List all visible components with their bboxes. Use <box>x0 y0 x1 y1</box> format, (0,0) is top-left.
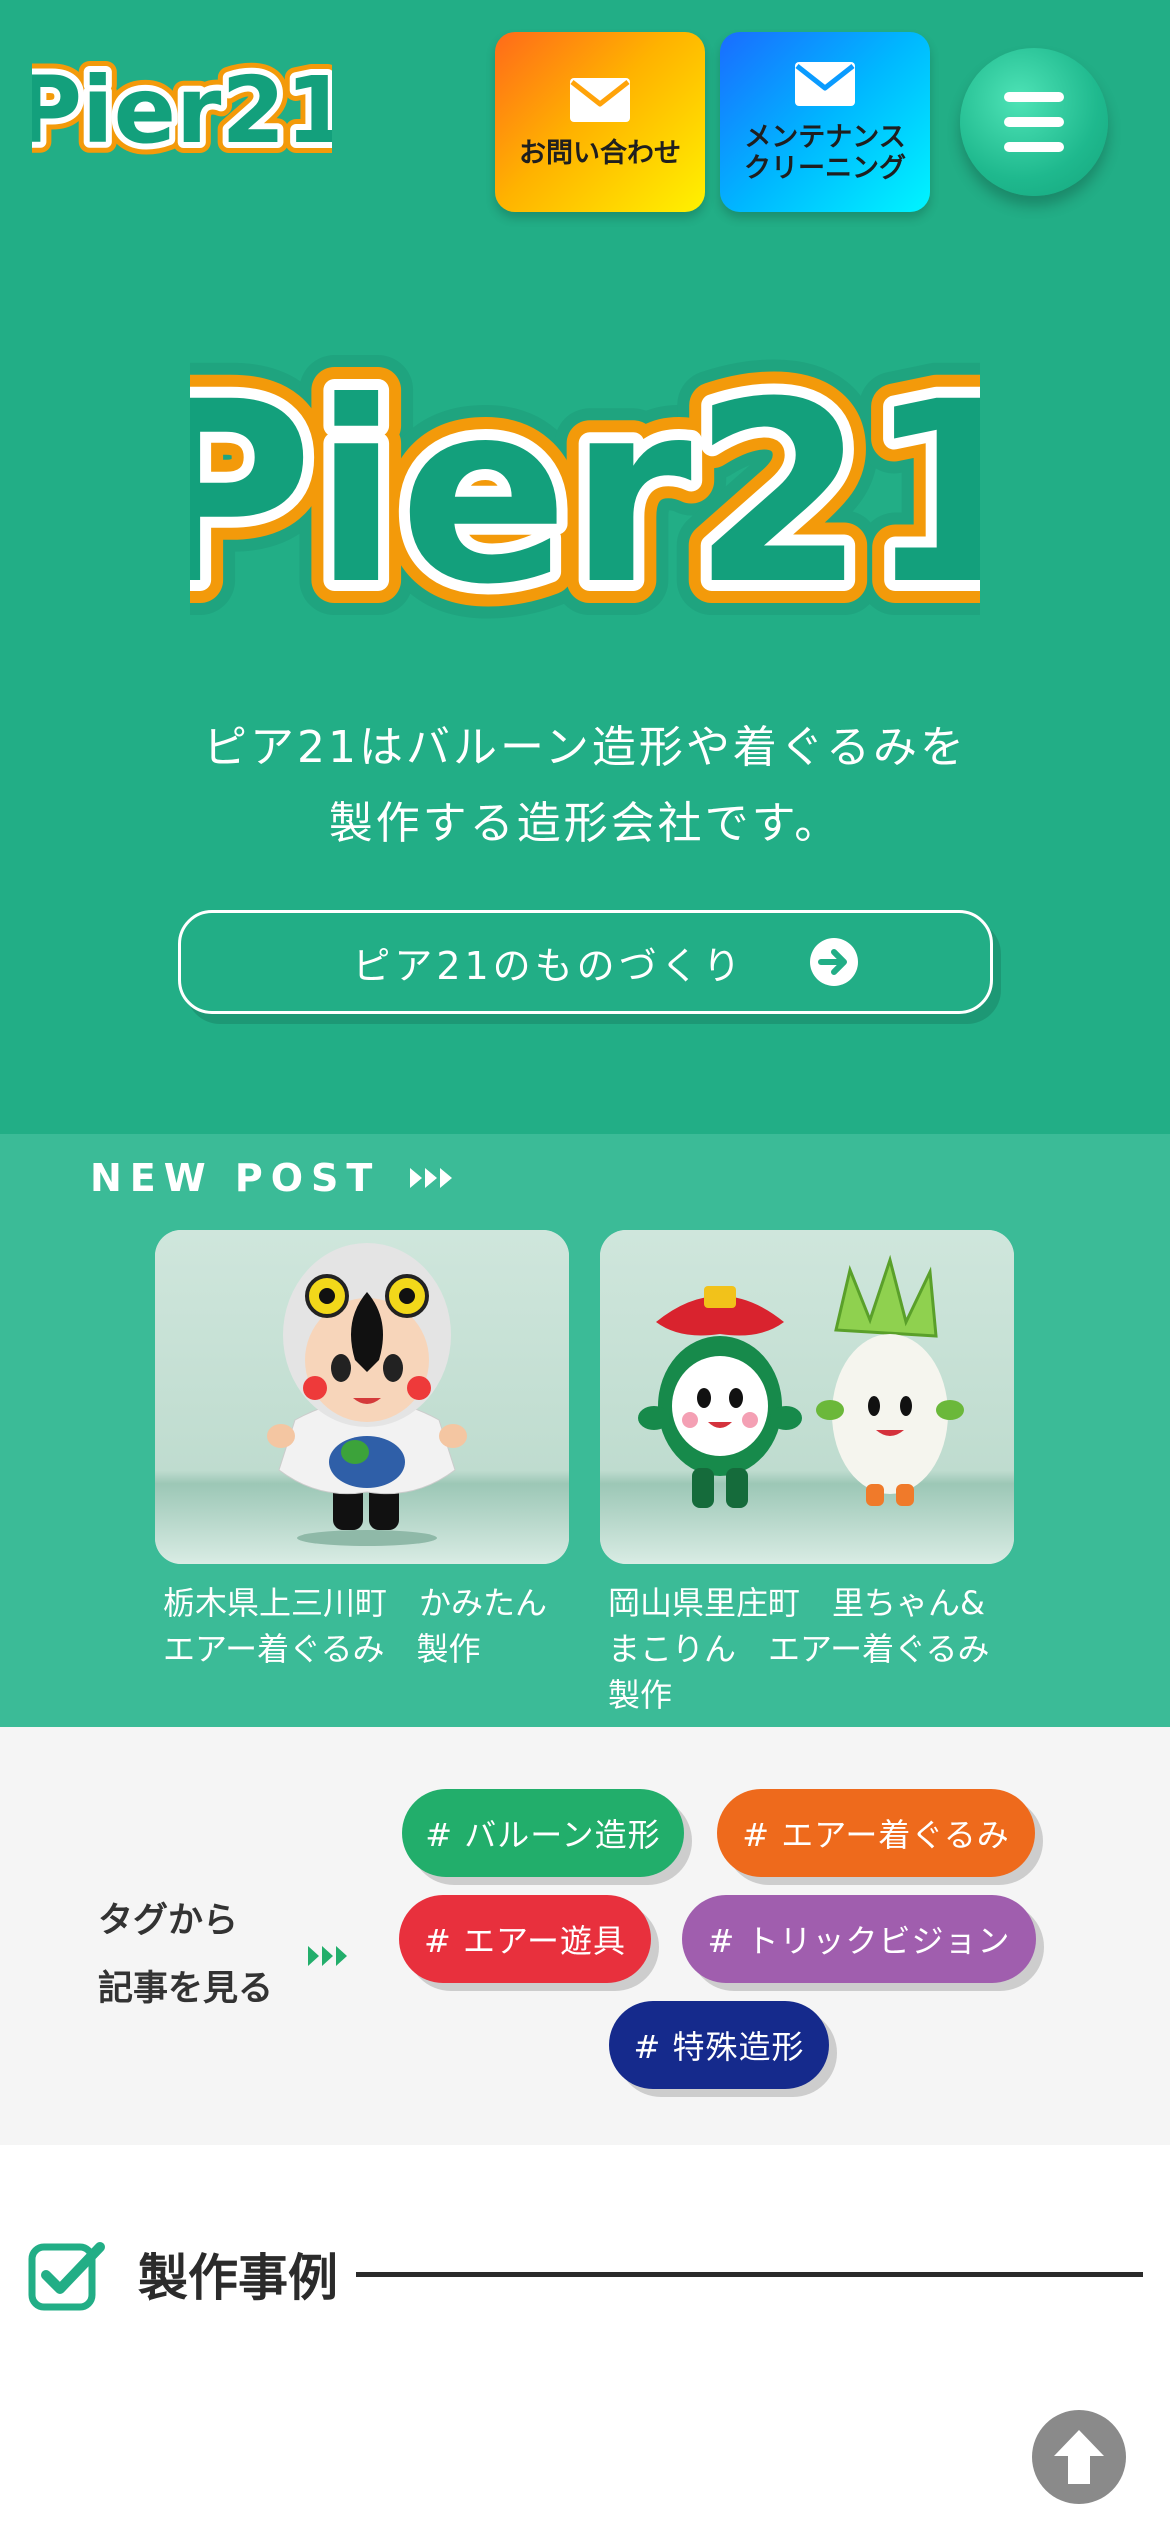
pier21-logo-small: Pier21 Pier21 Pier21 <box>4 46 361 175</box>
kamitan-mascot-image <box>155 1230 569 1564</box>
post-thumbnail <box>155 1230 569 1564</box>
hero-tagline: ピア21はバルーン造形や着ぐるみを 製作する造形会社です。 <box>203 722 967 849</box>
new-post-heading: NEW POST <box>90 1148 456 1208</box>
checkbox-check-icon <box>28 2242 105 2311</box>
tag-air-costume[interactable]: # エアー着ぐるみ <box>717 1789 1035 1877</box>
post-caption: 岡山県里庄町 里ちゃん& まこりん エアー着ぐるみ 製作 <box>608 1584 990 1714</box>
arrow-up-icon <box>1054 2430 1104 2484</box>
tag-balloon[interactable]: # バルーン造形 <box>402 1789 684 1877</box>
tag-label: # トリックビジョン <box>707 1922 1011 1960</box>
triple-arrow-icon <box>410 1168 453 1188</box>
svg-text:Pier21: Pier21 <box>190 348 980 639</box>
new-post-section: NEW POST 栃木県上三川町 かみたん エアー着ぐるみ 製作 岡山県里庄町 … <box>0 1134 1170 1727</box>
post-card[interactable]: 岡山県里庄町 里ちゃん& まこりん エアー着ぐるみ 製作 <box>600 1230 1014 1718</box>
satochan-makorin-mascot-image <box>600 1230 1014 1564</box>
menu-bar <box>1004 142 1064 152</box>
arrow-right-circle-icon <box>809 938 858 986</box>
tag-label: # エアー着ぐるみ <box>742 1816 1010 1854</box>
tag-label: # バルーン造形 <box>425 1816 661 1854</box>
header-logo-link[interactable]: Pier21 Pier21 Pier21 <box>4 46 361 175</box>
mail-icon <box>570 77 630 122</box>
works-title: 製作事例 <box>138 2249 338 2307</box>
maintenance-cleaning-button[interactable]: メンテナンス クリーニング <box>720 32 930 212</box>
post-caption: 栃木県上三川町 かみたん エアー着ぐるみ 製作 <box>163 1584 548 1668</box>
cta-label: ピア21のものづくり <box>352 943 745 988</box>
svg-text:Pier21: Pier21 <box>32 57 332 164</box>
scroll-to-top-button[interactable] <box>1032 2410 1126 2504</box>
tag-special-sculpture[interactable]: # 特殊造形 <box>609 2001 829 2089</box>
menu-bar <box>1004 92 1064 102</box>
hamburger-menu-button[interactable] <box>960 48 1108 196</box>
works-heading: 製作事例 <box>28 2234 1143 2314</box>
triple-arrow-icon <box>308 1946 347 1966</box>
tag-trick-vision[interactable]: # トリックビジョン <box>682 1895 1036 1983</box>
tags-heading: タグから 記事を見る <box>98 1901 274 2009</box>
mail-icon <box>795 62 855 106</box>
hero-section: Pier21 Pier21 Pier21 お問い合わせ メンテナンス クリーニン… <box>0 0 1170 1134</box>
tag-label: # エアー遊具 <box>423 1922 627 1960</box>
monozukuri-cta-button[interactable]: ピア21のものづくり <box>178 910 993 1014</box>
tag-label: # 特殊造形 <box>633 2028 805 2066</box>
maintenance-button-label: メンテナンス クリーニング <box>744 122 906 184</box>
heading-divider <box>356 2271 1143 2277</box>
post-card[interactable]: 栃木県上三川町 かみたん エアー着ぐるみ 製作 <box>155 1230 569 1672</box>
tags-section: タグから 記事を見る # バルーン造形 # エアー着ぐるみ # エアー遊具 # … <box>0 1727 1170 2145</box>
new-post-title: NEW POST <box>90 1156 381 1200</box>
post-thumbnail <box>600 1230 1014 1564</box>
contact-button-label: お問い合わせ <box>519 137 681 169</box>
menu-bar <box>1004 117 1064 127</box>
contact-button[interactable]: お問い合わせ <box>495 32 705 212</box>
tag-air-playground[interactable]: # エアー遊具 <box>399 1895 651 1983</box>
pier21-logo-large: Pier21 Pier21 Pier21 Pier21 <box>190 330 980 650</box>
